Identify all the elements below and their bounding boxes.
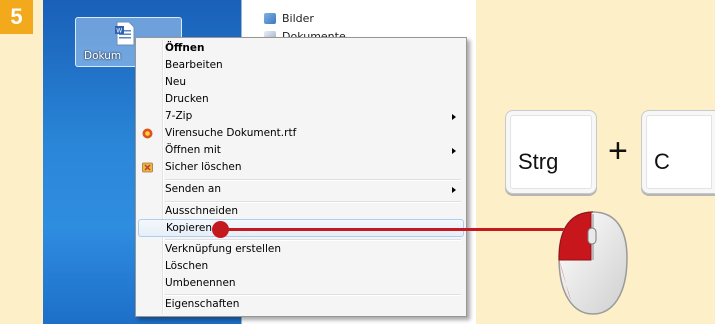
submenu-arrow-icon: [452, 148, 456, 154]
context-menu: Öffnen Bearbeiten Neu Drucken 7-Zip Vire…: [135, 37, 467, 317]
step-number-badge: 5: [0, 0, 33, 34]
menu-item-label: Virensuche Dokument.rtf: [165, 127, 297, 139]
shredder-icon: [142, 162, 153, 173]
menu-item-label: Löschen: [165, 260, 209, 272]
antivirus-icon: [142, 128, 153, 139]
c-key-label: C: [654, 149, 670, 174]
menu-item-rename[interactable]: Umbenennen: [138, 275, 462, 292]
menu-item-label: Umbenennen: [165, 277, 236, 289]
menu-item-delete[interactable]: Löschen: [138, 258, 462, 275]
submenu-arrow-icon: [452, 114, 456, 120]
menu-item-label: Neu: [165, 76, 186, 88]
menu-item-cut[interactable]: Ausschneiden: [138, 203, 462, 220]
menu-item-virus-scan[interactable]: Virensuche Dokument.rtf: [138, 125, 462, 142]
plus-sign: +: [608, 132, 628, 170]
menu-item-open[interactable]: Öffnen: [138, 40, 462, 57]
menu-item-send-to[interactable]: Senden an: [138, 181, 462, 198]
menu-item-label: Senden an: [165, 183, 221, 195]
svg-text:W: W: [116, 28, 122, 35]
explorer-item-pictures[interactable]: Bilder: [264, 10, 314, 26]
menu-item-label: Eigenschaften: [165, 298, 240, 310]
menu-item-label: Kopieren: [166, 222, 213, 234]
document-icon: W: [115, 21, 135, 46]
strg-key-label: Strg: [518, 149, 559, 174]
menu-item-label: 7-Zip: [165, 110, 193, 122]
menu-item-7zip[interactable]: 7-Zip: [138, 108, 462, 125]
menu-item-create-shortcut[interactable]: Verknüpfung erstellen: [138, 241, 462, 258]
menu-item-properties[interactable]: Eigenschaften: [138, 296, 462, 313]
menu-item-edit[interactable]: Bearbeiten: [138, 57, 462, 74]
menu-item-label: Bearbeiten: [165, 59, 223, 71]
menu-item-label: Öffnen: [165, 42, 205, 54]
menu-item-print[interactable]: Drucken: [138, 91, 462, 108]
mouse-left-click-icon: [558, 211, 628, 315]
submenu-arrow-icon: [452, 187, 456, 193]
pointer-line: [220, 228, 565, 231]
menu-item-label: Ausschneiden: [165, 205, 239, 217]
menu-item-label: Sicher löschen: [165, 161, 242, 173]
menu-item-open-with[interactable]: Öffnen mit: [138, 142, 462, 159]
menu-item-label: Öffnen mit: [165, 144, 221, 156]
c-key: C: [641, 110, 715, 194]
menu-item-label: Drucken: [165, 93, 209, 105]
menu-item-new[interactable]: Neu: [138, 74, 462, 91]
strg-key: Strg: [505, 110, 597, 194]
menu-item-secure-delete[interactable]: Sicher löschen: [138, 159, 462, 176]
windows-screenshot: Bilder Dokumente W Dokum Öffnen Bearbeit…: [43, 0, 476, 324]
pictures-icon: [264, 12, 276, 24]
menu-item-label: Verknüpfung erstellen: [165, 243, 281, 255]
pointer-dot: [212, 221, 229, 238]
explorer-item-label: Bilder: [282, 11, 314, 25]
